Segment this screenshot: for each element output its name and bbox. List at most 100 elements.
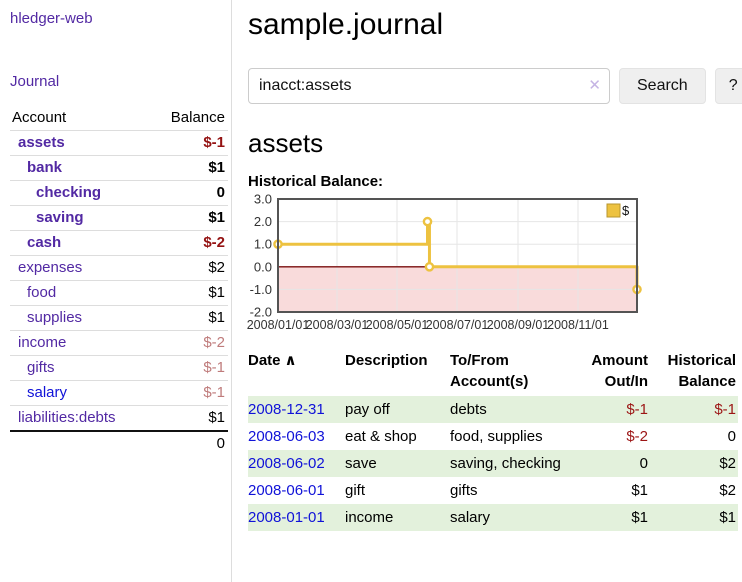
chart-title: Historical Balance: [248,173,740,190]
account-balance: $1 [156,206,228,231]
account-balance: $1 [156,306,228,331]
transaction-amount: $1 [578,477,650,504]
x-tick-label: 2008/03/01 [306,318,369,332]
register-row: 2008-01-01incomesalary$1$1 [248,504,738,531]
register-header-description: Description [345,348,450,396]
register-header-date[interactable]: Date∧ [248,348,345,396]
data-point-marker [426,263,433,270]
search-input[interactable] [248,68,610,104]
transaction-description: save [345,450,450,477]
app-title-link[interactable]: hledger-web [10,10,93,27]
transaction-accounts: debts [450,396,578,423]
account-link-liabilities-debts[interactable]: liabilities:debts [18,409,116,426]
transaction-accounts: food, supplies [450,423,578,450]
register-header-amount: Amount Out/In [578,348,650,396]
help-button[interactable]: ? [715,68,742,104]
account-balance: $2 [156,256,228,281]
x-tick-label: 2008/09/01 [487,318,550,332]
transaction-description: eat & shop [345,423,450,450]
account-balance: $1 [156,406,228,432]
transaction-accounts: salary [450,504,578,531]
account-link-assets[interactable]: assets [18,134,65,151]
account-row: checking0 [10,181,228,206]
transaction-amount: $1 [578,504,650,531]
sidebar: hledger-web Journal Account Balance asse… [0,0,232,582]
register-row: 2008-06-03 eat & shopfood, supplies$-20 [248,423,738,450]
transaction-balance: $2 [650,477,738,504]
account-row: assets$-1 [10,131,228,156]
account-row: expenses $2 [10,256,228,281]
register-table-body: 2008-12-31pay offdebts$-1$-12008-06-03ea… [248,396,738,531]
transaction-date-link[interactable]: 2008-06-02 [248,455,325,472]
transaction-amount: 0 [578,450,650,477]
balance-chart: $3.02.01.00.0-1.0-2.02008/01/012008/03/0… [243,194,703,336]
accounts-header-row: Account Balance [10,106,228,131]
account-balance: $1 [156,156,228,181]
register-row: 2008-06-01 giftgifts$1$2 [248,477,738,504]
transaction-date-link[interactable]: 2008-06-01 [248,482,325,499]
transaction-accounts: gifts [450,477,578,504]
account-balance: $-2 [156,331,228,356]
account-link-income[interactable]: income [18,334,66,351]
transaction-date-link[interactable]: 2008-12-31 [248,401,325,418]
register-row: 2008-06-02 savesaving, checking0$2 [248,450,738,477]
legend-swatch [607,204,620,217]
transaction-description: income [345,504,450,531]
account-row: saving $1 [10,206,228,231]
transaction-balance: $-1 [650,396,738,423]
accounts-total-value: 0 [156,431,228,456]
transaction-description: gift [345,477,450,504]
transaction-balance: 0 [650,423,738,450]
x-tick-label: 2008/01/01 [247,318,310,332]
account-row: cash $-2 [10,231,228,256]
account-row: gifts $-1 [10,356,228,381]
y-tick-label: 0.0 [254,259,272,274]
clear-search-icon[interactable]: ✕ [588,76,601,96]
search-box: ✕ [248,68,610,104]
account-link-checking[interactable]: checking [36,184,101,201]
account-balance: $-1 [156,381,228,406]
y-tick-label: 3.0 [254,194,272,207]
main-content: sample.journal ✕ Search ? assets Histori… [232,0,742,531]
accounts-total-row: 0 [10,431,228,456]
account-link-supplies[interactable]: supplies [27,309,82,326]
account-row: liabilities:debts $1 [10,406,228,432]
transaction-description: pay off [345,396,450,423]
transaction-amount: $-2 [578,423,650,450]
register-table: Date∧ Description To/From Account(s) Amo… [248,348,738,531]
account-link-gifts[interactable]: gifts [27,359,55,376]
sidebar-item-journal[interactable]: Journal [10,73,227,90]
account-row: salary $-1 [10,381,228,406]
account-link-expenses[interactable]: expenses [18,259,82,276]
search-button[interactable]: Search [619,68,706,104]
y-tick-label: 2.0 [254,214,272,229]
account-balance: $-1 [156,356,228,381]
y-tick-label: -1.0 [250,282,272,297]
y-tick-label: 1.0 [254,237,272,252]
account-heading: assets [248,128,740,159]
transaction-balance: $2 [650,450,738,477]
account-balance: $1 [156,281,228,306]
sort-asc-icon: ∧ [285,352,297,369]
account-link-cash[interactable]: cash [27,234,61,251]
account-link-bank[interactable]: bank [27,159,62,176]
transaction-amount: $-1 [578,396,650,423]
transaction-accounts: saving, checking [450,450,578,477]
account-link-food[interactable]: food [27,284,56,301]
account-link-saving[interactable]: saving [36,209,84,226]
account-balance: $-2 [156,231,228,256]
legend-label: $ [622,203,630,218]
account-row: bank $1 [10,156,228,181]
data-point-marker [424,218,431,225]
account-link-salary[interactable]: salary [27,384,67,401]
accounts-header-account: Account [10,106,156,131]
transaction-date-link[interactable]: 2008-06-03 [248,428,325,445]
register-row: 2008-12-31pay offdebts$-1$-1 [248,396,738,423]
accounts-table-body: assets$-1bank$1checking0saving$1cash$-2e… [10,131,228,457]
account-row: income $-2 [10,331,228,356]
account-row: supplies $1 [10,306,228,331]
register-header-accounts: To/From Account(s) [450,348,578,396]
transaction-date-link[interactable]: 2008-01-01 [248,509,325,526]
register-header-row: Date∧ Description To/From Account(s) Amo… [248,348,738,396]
page-title: sample.journal [248,8,740,42]
